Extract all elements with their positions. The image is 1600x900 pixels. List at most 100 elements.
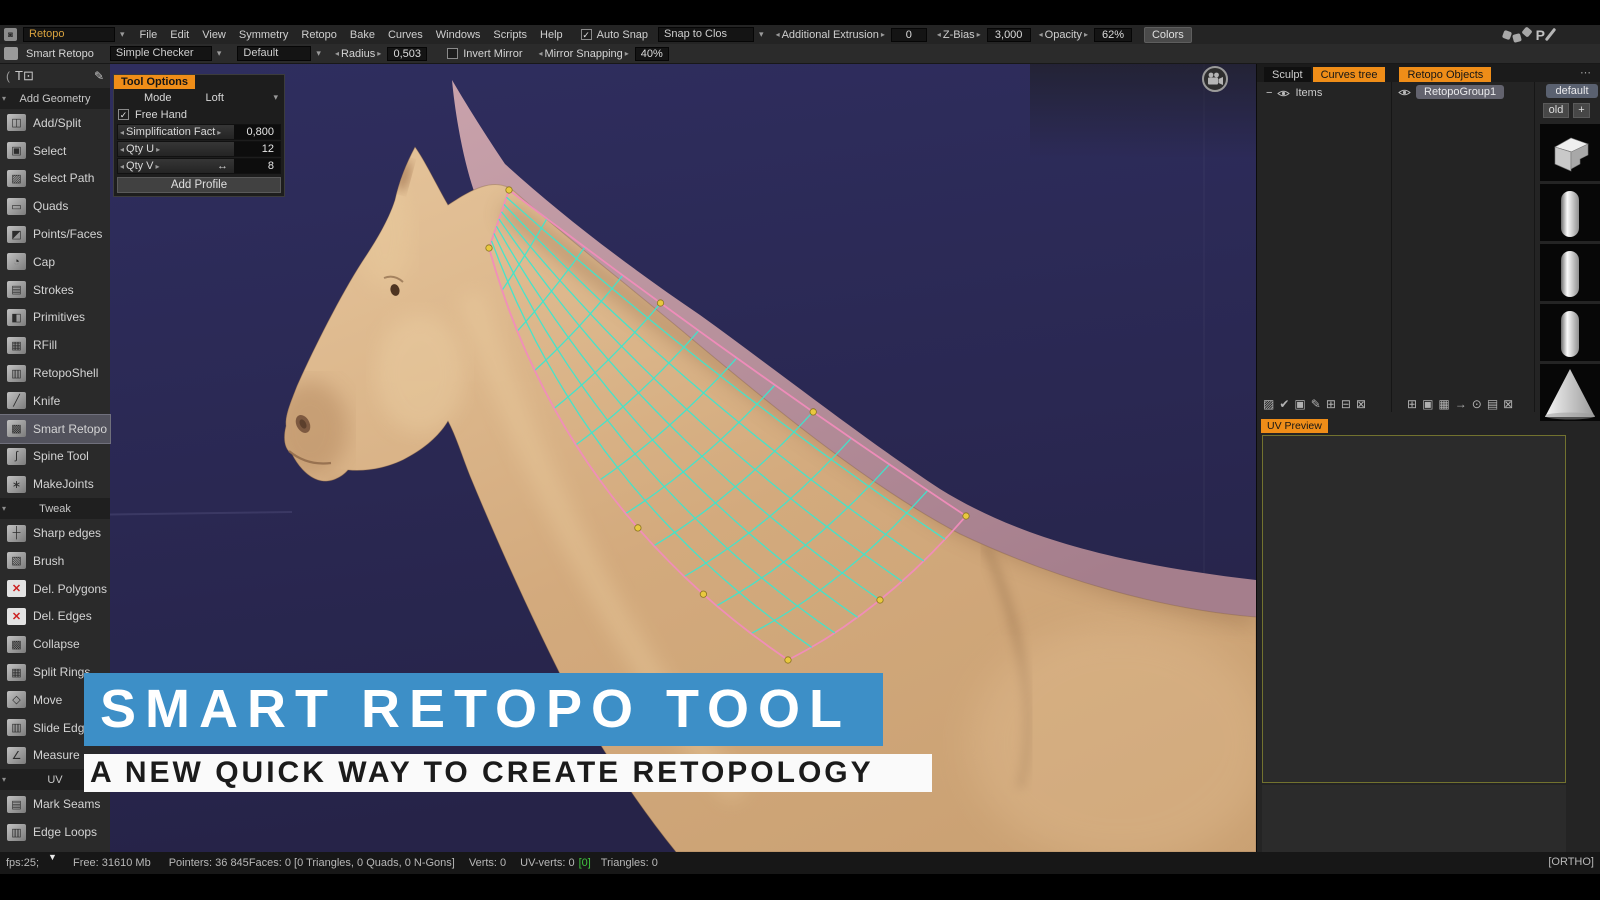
sidebar-item-spine-tool[interactable]: ∫ Spine Tool (0, 443, 110, 471)
profile-thumb-capsule[interactable] (1540, 184, 1600, 241)
sidebar-item-brush[interactable]: ▧ Brush (0, 547, 110, 575)
sidebar-header[interactable]: ▾ Add Geometry (0, 88, 110, 109)
uv-preview-panel[interactable] (1262, 435, 1566, 783)
slider-value[interactable]: 0,800 (234, 125, 280, 139)
mesh-control-vertex[interactable] (809, 408, 817, 416)
eye-icon[interactable] (1277, 89, 1291, 98)
menu-windows[interactable]: Windows (436, 29, 481, 41)
snap-mode-select[interactable]: Snap to Clos (658, 27, 755, 42)
chevron-down-icon[interactable]: ▾ (120, 29, 125, 40)
tab-retopo-objects[interactable]: Retopo Objects (1399, 67, 1492, 82)
curves-tree-item-row[interactable]: − Items (1266, 87, 1322, 99)
remove-object-icon[interactable]: ⊠ (1503, 397, 1513, 411)
slider-value[interactable]: 8 (234, 159, 280, 173)
preset-default-button[interactable]: default (1546, 84, 1598, 98)
sidebar-item-retoposhell[interactable]: ▥ RetopoShell (0, 359, 110, 387)
chevron-down-icon[interactable]: ▾ (759, 29, 764, 40)
menu-help[interactable]: Help (540, 29, 563, 41)
list-icon[interactable]: ▤ (1487, 397, 1498, 411)
menu-bake[interactable]: Bake (350, 29, 375, 41)
mesh-control-vertex[interactable] (699, 590, 708, 598)
sidebar-item-del-polygons[interactable]: ✕ Del. Polygons (0, 575, 110, 603)
mesh-control-vertex[interactable] (784, 656, 792, 664)
chevron-down-icon[interactable]: ▾ (217, 48, 222, 59)
increment-arrow[interactable]: ▸ (217, 128, 221, 137)
additional-extrusion-value[interactable]: 0 (890, 27, 927, 42)
sidebar-item-sharp-edges[interactable]: ┼ Sharp edges (0, 519, 110, 547)
save-icon[interactable]: ⊟ (1341, 397, 1351, 411)
tab-sculpt[interactable]: Sculpt (1264, 67, 1311, 82)
uv-preview-tab[interactable]: UV Preview (1261, 419, 1328, 433)
import-icon[interactable]: ⊞ (1326, 397, 1336, 411)
collapse-minus-icon[interactable]: − (1266, 87, 1272, 99)
decrement-arrow[interactable]: ◂ (937, 30, 941, 39)
mesh-control-vertex[interactable] (505, 186, 513, 194)
slider-simplification-fact[interactable]: ◂ Simplification Fact ▸ 0,800 (117, 124, 281, 140)
sidebar-item-makejoints[interactable]: ∗ MakeJoints (0, 470, 110, 498)
grid-icon[interactable]: ▦ (1438, 397, 1449, 411)
resize-arrow-icon[interactable]: ↔ (217, 160, 228, 172)
menu-view[interactable]: View (202, 29, 226, 41)
workspace-selector[interactable]: Retopo (23, 27, 115, 42)
sidebar-header[interactable]: ▾ Tweak (0, 498, 110, 520)
profile-thumb-capsule[interactable] (1540, 244, 1600, 301)
increment-arrow[interactable]: ▸ (625, 49, 629, 58)
auto-snap-checkbox[interactable]: ✓ (580, 29, 592, 40)
invert-mirror-checkbox[interactable]: ✓ (447, 48, 459, 59)
increment-arrow[interactable]: ▸ (1084, 30, 1088, 39)
sidebar-item-del-edges[interactable]: ✕ Del. Edges (0, 603, 110, 631)
sidebar-item-smart-retopo[interactable]: ▩ Smart Retopo (0, 413, 111, 444)
sidebar-item-strokes[interactable]: ▤ Strokes (0, 276, 110, 304)
free-hand-checkbox[interactable]: ✓ (118, 109, 129, 120)
sidebar-scroll-down-arrow[interactable]: ▼ (48, 852, 57, 862)
decrement-arrow[interactable]: ◂ (120, 128, 124, 137)
eye-icon[interactable] (1398, 88, 1411, 97)
delete-icon[interactable]: ⊠ (1356, 397, 1366, 411)
mode-select[interactable]: Loft (206, 92, 224, 104)
text-tool-icon[interactable]: T⊡ (15, 68, 34, 84)
increment-arrow[interactable]: ▸ (377, 49, 381, 58)
decrement-arrow[interactable]: ◂ (776, 30, 780, 39)
add-profile-button[interactable]: Add Profile (117, 177, 281, 193)
sidebar-item-knife[interactable]: ╱ Knife (0, 387, 110, 415)
slider-qty-u[interactable]: ◂ Qty U ▸ 12 (117, 141, 281, 157)
profile-thumb-angle-shape[interactable] (1540, 124, 1600, 181)
preset-add-button[interactable]: + (1573, 103, 1590, 118)
add-object-icon[interactable]: ⊞ (1407, 397, 1417, 411)
tab-curves-tree[interactable]: Curves tree (1312, 67, 1386, 82)
mesh-control-vertex[interactable] (962, 512, 970, 520)
menu-curves[interactable]: Curves (388, 29, 423, 41)
sidebar-item-select[interactable]: ▣ Select (0, 137, 110, 165)
preset-old-button[interactable]: old (1543, 103, 1569, 118)
z-bias-value[interactable]: 3,000 (986, 27, 1031, 42)
increment-arrow[interactable]: ▸ (977, 30, 981, 39)
menu-scripts[interactable]: Scripts (493, 29, 527, 41)
sidebar-item-edge-loops[interactable]: ▥ Edge Loops (0, 818, 110, 846)
menu-retopo[interactable]: Retopo (301, 29, 336, 41)
decrement-arrow[interactable]: ◂ (120, 162, 124, 171)
mesh-control-vertex[interactable] (634, 524, 642, 532)
sidebar-item-rfill[interactable]: ▦ RFill (0, 331, 110, 359)
retopo-group-name[interactable]: RetopoGroup1 (1416, 85, 1505, 99)
chevron-down-icon[interactable]: ▾ (273, 92, 278, 103)
slider-qty-v[interactable]: ◂ Qty V ▸ ↔ 8 (117, 158, 281, 174)
sidebar-item-primitives[interactable]: ◧ Primitives (0, 304, 110, 332)
menu-symmetry[interactable]: Symmetry (239, 29, 289, 41)
decrement-arrow[interactable]: ◂ (120, 145, 124, 154)
increment-arrow[interactable]: ▸ (156, 145, 160, 154)
copy-object-icon[interactable]: ▣ (1422, 397, 1433, 411)
decrement-arrow[interactable]: ◂ (335, 49, 339, 58)
apply-icon[interactable]: ✔ (1279, 397, 1289, 411)
profile-thumb-cone[interactable] (1540, 364, 1600, 421)
retopo-group-row[interactable]: RetopoGroup1 (1398, 85, 1505, 99)
import-object-icon[interactable]: → (1455, 397, 1467, 411)
app-icon[interactable]: ◙ (4, 28, 17, 41)
edit-icon[interactable]: ✎ (1311, 397, 1321, 411)
sidebar-item-points-faces[interactable]: ◩ Points/Faces (0, 220, 110, 248)
camera-icon[interactable] (1202, 66, 1228, 92)
mesh-control-vertex[interactable] (656, 299, 665, 307)
checker-select[interactable]: Simple Checker (109, 46, 212, 61)
mesh-control-vertex[interactable] (485, 244, 493, 252)
decrement-arrow[interactable]: ◂ (1039, 30, 1043, 39)
mesh-control-vertex[interactable] (876, 596, 884, 604)
